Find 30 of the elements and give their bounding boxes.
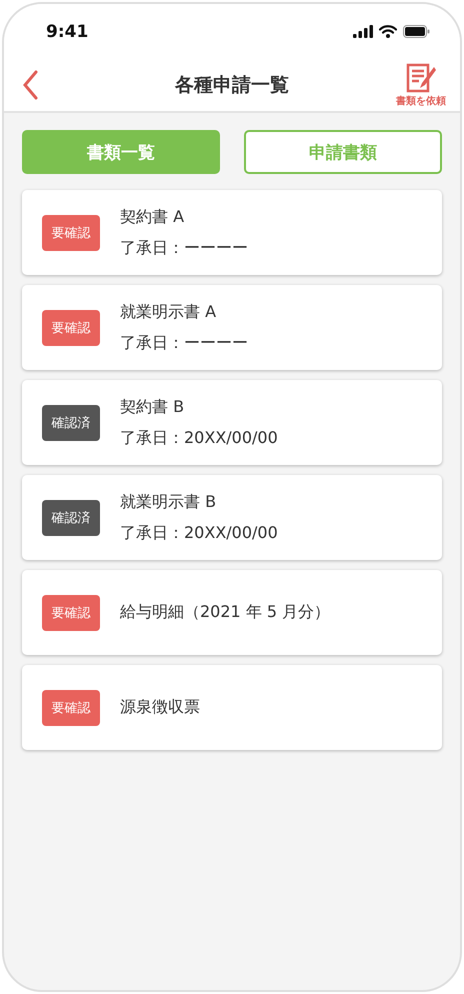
status-badge: 要確認 [42, 690, 100, 726]
document-card[interactable]: 要確認 給与明細（2021 年 5 月分） [22, 570, 442, 655]
document-title: 契約書 A [120, 206, 186, 228]
approval-date: 了承日：20XX/00/00 [120, 522, 278, 544]
document-card[interactable]: 要確認 源泉徴収票 [22, 665, 442, 750]
document-title: 源泉徴収票 [120, 697, 200, 718]
status-badge: 確認済 [42, 500, 100, 536]
status-badge: 要確認 [42, 214, 100, 250]
approval-date: 了承日：ーーーー [120, 332, 248, 354]
document-pen-icon [405, 62, 437, 92]
document-title: 契約書 B [120, 396, 186, 418]
approval-date: 了承日：ーーーー [120, 238, 248, 258]
document-card[interactable]: 要確認 就業明示書 A 了承日：ーーーー [22, 285, 442, 370]
battery-icon [403, 25, 430, 38]
status-badge: 要確認 [42, 310, 100, 346]
back-icon[interactable] [22, 70, 38, 100]
page-title: 各種申請一覧 [175, 73, 289, 98]
document-card[interactable]: 確認済 契約書 B 了承日：20XX/00/00 [22, 380, 442, 465]
wifi-icon [379, 25, 397, 38]
request-documents-button[interactable]: 書類を依頼 [396, 62, 446, 108]
document-title: 給与明細（2021 年 5 月分） [120, 602, 330, 623]
approval-date: 了承日：20XX/00/00 [120, 428, 278, 448]
document-title: 就業明示書 A [120, 302, 218, 322]
status-badge: 要確認 [42, 594, 100, 630]
document-title: 就業明示書 B [120, 492, 218, 512]
signal-icon [353, 25, 373, 38]
status-badge: 確認済 [42, 404, 100, 440]
document-card[interactable]: 要確認 契約書 A 了承日：ーーーー [22, 190, 442, 275]
status-time: 9:41 [46, 22, 88, 42]
document-card[interactable]: 確認済 就業明示書 B 了承日：20XX/00/00 [22, 475, 442, 560]
